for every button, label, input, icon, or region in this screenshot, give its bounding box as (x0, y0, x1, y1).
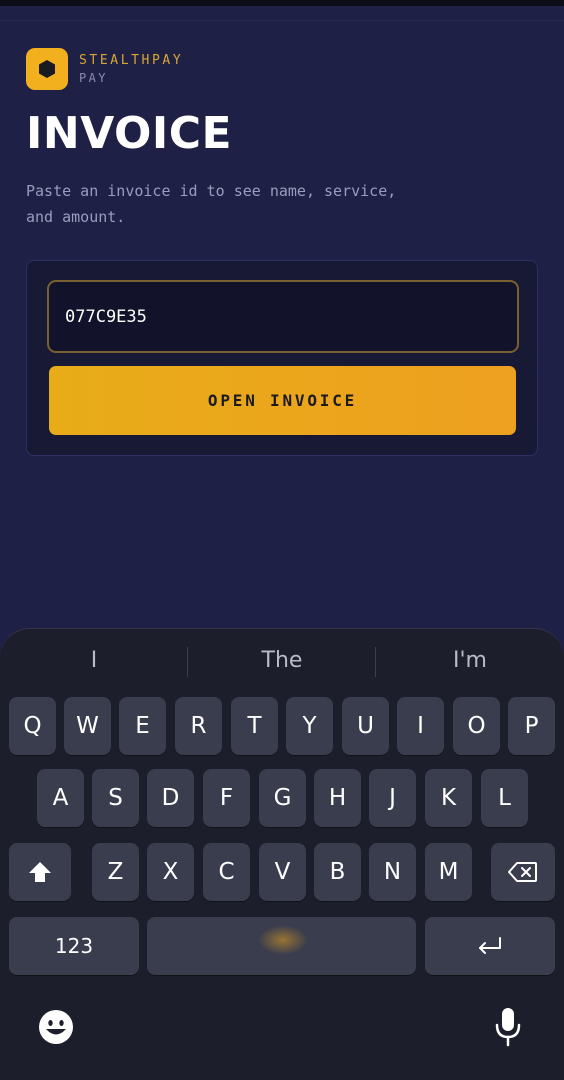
key-x[interactable]: X (147, 843, 194, 901)
brand-name: STEALTHPAY (79, 52, 184, 68)
key-b[interactable]: B (314, 843, 361, 901)
microphone-icon (495, 1008, 521, 1047)
key-l[interactable]: L (481, 769, 528, 827)
suggestion-item[interactable]: The (188, 645, 376, 677)
brand-logo-icon (26, 48, 68, 90)
open-invoice-button[interactable]: OPEN INVOICE (49, 366, 516, 435)
shift-key[interactable] (9, 843, 71, 901)
key-c[interactable]: C (203, 843, 250, 901)
brand-subtitle: PAY (79, 70, 108, 85)
key-i[interactable]: I (397, 697, 444, 755)
invoice-card: OPEN INVOICE (26, 260, 538, 456)
shift-icon (29, 862, 51, 882)
numbers-key-label: 123 (54, 934, 94, 958)
key-h[interactable]: H (314, 769, 361, 827)
key-n[interactable]: N (369, 843, 416, 901)
key-v[interactable]: V (259, 843, 306, 901)
emoji-button[interactable] (36, 1007, 76, 1047)
key-w[interactable]: W (64, 697, 111, 755)
key-q[interactable]: Q (9, 697, 56, 755)
invoice-id-input[interactable] (47, 280, 519, 353)
key-k[interactable]: K (425, 769, 472, 827)
key-t[interactable]: T (231, 697, 278, 755)
key-m[interactable]: M (425, 843, 472, 901)
suggestion-item[interactable]: I (0, 645, 188, 677)
key-j[interactable]: J (369, 769, 416, 827)
key-f[interactable]: F (203, 769, 250, 827)
brand-text: STEALTHPAY PAY (79, 52, 183, 87)
key-d[interactable]: D (147, 769, 194, 827)
space-key-highlight (258, 925, 308, 955)
key-s[interactable]: S (92, 769, 139, 827)
return-icon (479, 937, 501, 954)
key-p[interactable]: P (508, 697, 555, 755)
backspace-key[interactable] (491, 843, 555, 901)
key-r[interactable]: R (175, 697, 222, 755)
return-key[interactable] (425, 917, 555, 975)
backspace-icon (508, 862, 537, 882)
key-y[interactable]: Y (286, 697, 333, 755)
numbers-key[interactable]: 123 (9, 917, 139, 975)
key-z[interactable]: Z (92, 843, 139, 901)
header-divider (0, 20, 564, 21)
suggestion-item[interactable]: I'm (376, 645, 564, 677)
page-subtitle: Paste an invoice id to see name, service… (26, 182, 397, 226)
brand: STEALTHPAY PAY (26, 48, 183, 90)
status-bar (0, 0, 564, 6)
key-a[interactable]: A (37, 769, 84, 827)
key-o[interactable]: O (453, 697, 500, 755)
on-screen-keyboard: I The I'm Q W E R T Y U I O P A S D F G … (0, 628, 564, 1080)
microphone-button[interactable] (488, 1005, 528, 1049)
suggestion-bar: I The I'm (0, 645, 564, 677)
emoji-icon (39, 1010, 73, 1044)
key-u[interactable]: U (342, 697, 389, 755)
page-title: INVOICE (26, 108, 233, 159)
key-e[interactable]: E (119, 697, 166, 755)
key-g[interactable]: G (259, 769, 306, 827)
